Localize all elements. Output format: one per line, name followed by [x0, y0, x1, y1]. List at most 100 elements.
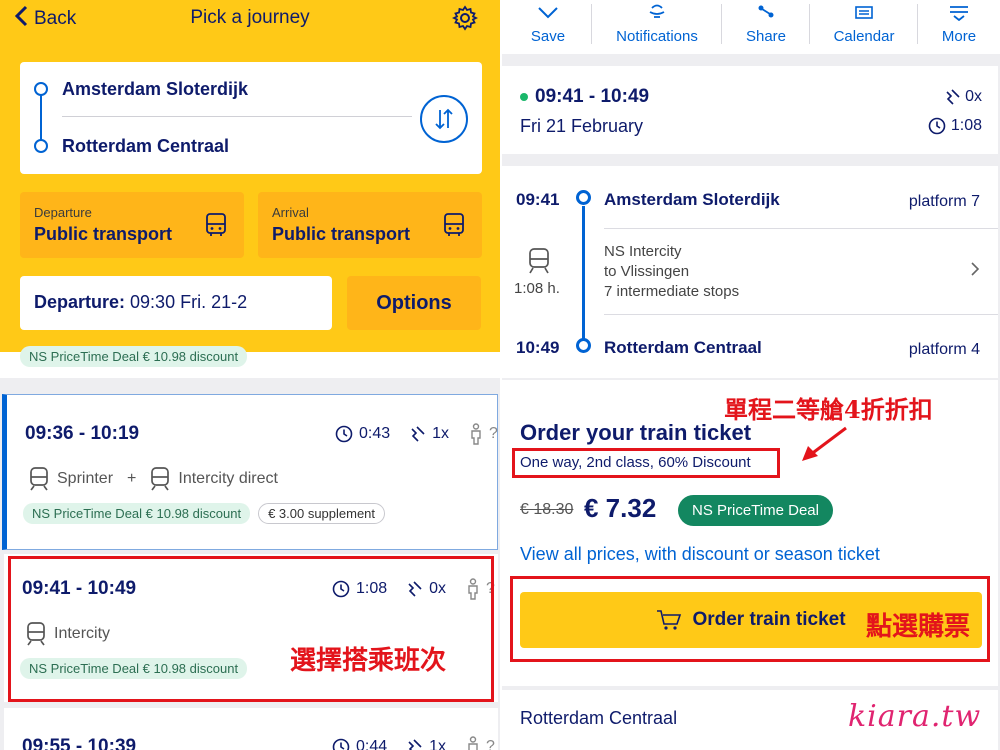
summary-duration-value: 1:08: [950, 117, 982, 134]
back-label: Back: [34, 7, 77, 29]
supplement-badge: € 3.00 supplement: [258, 503, 386, 524]
more-label: More: [941, 28, 977, 45]
annotation-select-train: 選擇搭乘班次: [290, 646, 447, 676]
route-line: [582, 206, 585, 346]
calendar-button[interactable]: Calendar: [812, 0, 916, 54]
journey-transfers: 1x: [432, 425, 450, 442]
journey-duration: 0:44: [356, 738, 388, 750]
chevron-down-icon: [538, 7, 558, 19]
departure-time-label: Departure:: [34, 292, 126, 312]
arrival-mode-label: Arrival: [272, 205, 309, 220]
arrival-mode-value: Public transport: [272, 224, 411, 244]
leg-details[interactable]: NS Intercity to Vlissingen 7 intermediat…: [604, 242, 739, 302]
leg-direction: to Vlissingen: [604, 263, 690, 280]
highlight-box: [510, 576, 990, 662]
departure-mode-card[interactable]: Departure Public transport: [20, 192, 244, 258]
chevron-left-icon: [14, 5, 28, 32]
transfer-icon: [946, 89, 960, 105]
journey-legs: 09:41 Amsterdam Sloterdijk platform 7 1:…: [502, 166, 998, 378]
save-button[interactable]: Save: [506, 0, 590, 54]
crowding-value: ?: [486, 738, 495, 750]
destination-card: Rotterdam Centraal kiara.tw: [502, 690, 998, 750]
leg-departure-station: Amsterdam Sloterdijk: [604, 190, 780, 209]
departure-time-field[interactable]: Departure: 09:30 Fri. 21-2: [20, 276, 332, 330]
top-bar: Back Pick a journey: [0, 0, 500, 40]
leg-departure-platform: platform 7: [908, 193, 980, 210]
annotation-discount: 單程二等艙4折折扣: [724, 395, 933, 424]
destination-station: Rotterdam Centraal: [520, 708, 678, 728]
departure-mode-label: Departure: [34, 205, 92, 220]
original-price: € 18.30: [520, 501, 574, 518]
journey-card[interactable]: 09:36 - 10:19 0:43 1x ? Sprinter + Inter…: [2, 394, 498, 550]
page-title: Pick a journey: [190, 7, 310, 28]
leg-train-type: NS Intercity: [604, 243, 682, 260]
bell-icon: [649, 4, 665, 18]
leg-arrival-station: Rotterdam Centraal: [604, 338, 762, 357]
summary-transfers: 0x: [945, 88, 982, 106]
train-icon: [529, 248, 549, 274]
calendar-icon: [855, 6, 873, 19]
arrival-mode-card[interactable]: Arrival Public transport: [258, 192, 482, 258]
divider: [604, 314, 998, 315]
destination-dot: [34, 139, 48, 153]
route-card: Amsterdam Sloterdijk Rotterdam Centraal: [20, 62, 482, 174]
share-button[interactable]: Share: [724, 0, 808, 54]
order-ticket-section: 單程二等艙4折折扣 Order your train ticket One wa…: [502, 380, 998, 686]
divider: [917, 4, 918, 44]
journey-list-screen: Back Pick a journey Amsterdam Sloterdijk…: [0, 0, 500, 750]
mode-plus: +: [127, 470, 137, 487]
order-title: Order your train ticket: [520, 420, 752, 445]
back-button[interactable]: Back: [14, 5, 76, 32]
destination-field[interactable]: Rotterdam Centraal: [62, 136, 229, 157]
arrow-icon: [802, 426, 847, 461]
journey-badges: NS PriceTime Deal € 10.98 discount € 3.0…: [23, 503, 386, 524]
notifications-button[interactable]: Notifications: [594, 0, 720, 54]
chevron-right-icon[interactable]: [970, 260, 980, 283]
journey-detail-screen: Save Notifications Share Calendar More 0…: [500, 0, 1000, 750]
crowding-icon: [471, 423, 481, 445]
mode-intercity-direct: Intercity direct: [178, 470, 278, 487]
journey-duration: 0:43: [359, 425, 391, 442]
journey-meta: 0:43 1x ?: [335, 423, 498, 445]
calendar-label: Calendar: [833, 28, 895, 45]
deal-badge: NS PriceTime Deal: [678, 495, 833, 526]
leg-duration: 1:08 h.: [514, 280, 560, 297]
gear-icon[interactable]: [452, 5, 478, 31]
journey-card[interactable]: 09:55 - 10:39 0:44 1x ?: [4, 708, 498, 750]
previous-journey-card[interactable]: NS PriceTime Deal € 10.98 discount: [0, 346, 500, 378]
summary-duration: 1:08: [928, 117, 982, 135]
more-button[interactable]: More: [920, 0, 998, 54]
mode-sprinter: Sprinter: [57, 470, 114, 487]
divider: [604, 228, 998, 229]
route-line: [40, 90, 42, 146]
origin-dot: [34, 82, 48, 96]
journey-time: 09:55 - 10:39: [22, 736, 137, 750]
journey-time: 09:36 - 10:19: [25, 423, 140, 444]
journey-transfers: 1x: [429, 738, 447, 750]
deal-badge: NS PriceTime Deal € 10.98 discount: [20, 346, 248, 367]
divider: [591, 4, 592, 44]
deal-badge: NS PriceTime Deal € 10.98 discount: [23, 503, 251, 524]
origin-field[interactable]: Amsterdam Sloterdijk: [62, 79, 248, 100]
departure-dot: [576, 190, 591, 205]
divider: [809, 4, 810, 44]
arrival-dot: [576, 338, 591, 353]
highlight-box: [8, 556, 494, 702]
clock-icon: [332, 738, 350, 750]
departure-mode-value: Public transport: [34, 224, 173, 244]
summary-date: Fri 21 February: [520, 116, 644, 136]
divider: [62, 116, 412, 117]
more-icon: [950, 6, 968, 21]
summary-time: 09:41 - 10:49: [535, 86, 650, 107]
options-button[interactable]: Options: [347, 276, 481, 330]
crowding-value: ?: [489, 425, 498, 442]
save-label: Save: [530, 28, 566, 45]
highlight-box: [512, 448, 780, 478]
planner-header: Back Pick a journey Amsterdam Sloterdijk…: [0, 0, 500, 352]
transfer-icon: [408, 739, 422, 750]
journey-summary: 09:41 - 10:49 Fri 21 February 0x 1:08: [502, 66, 998, 154]
transfer-icon: [411, 426, 425, 442]
view-all-prices-link[interactable]: View all prices, with discount or season…: [520, 544, 880, 565]
swap-button[interactable]: [420, 95, 468, 143]
share-icon: [758, 5, 774, 18]
